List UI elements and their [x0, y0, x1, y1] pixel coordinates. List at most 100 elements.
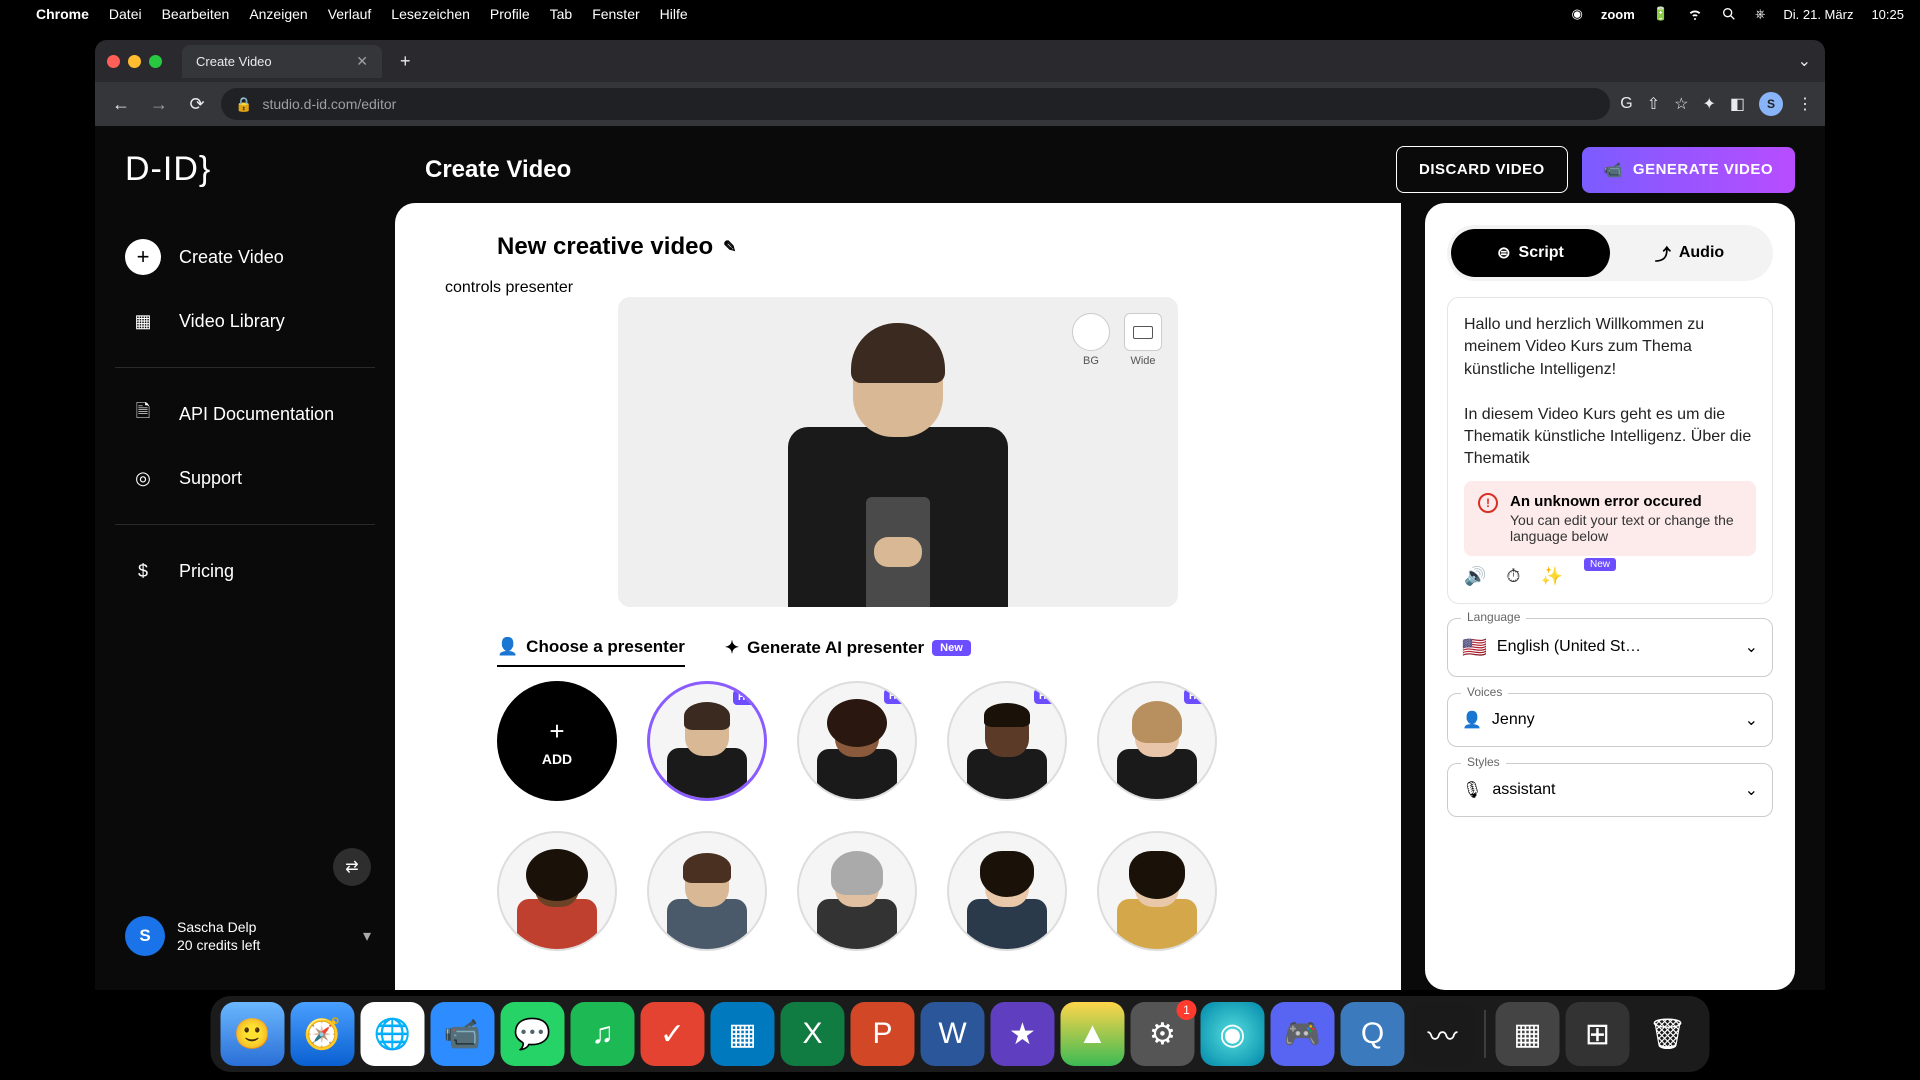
tab-audio[interactable]: ⤴ Audio: [1610, 229, 1769, 277]
sidebar-item-pricing[interactable]: $ Pricing: [95, 539, 395, 603]
generate-button[interactable]: 📹 GENERATE VIDEO: [1582, 147, 1795, 193]
status-control-icon[interactable]: ⎈: [1755, 6, 1765, 22]
mic-icon: 🎙: [1462, 780, 1482, 800]
voices-select[interactable]: 👤 Jenny ⌄: [1447, 693, 1773, 747]
dock-quicktime[interactable]: Q: [1341, 1002, 1405, 1066]
status-search-icon[interactable]: [1721, 6, 1737, 22]
presenter-item-7[interactable]: [797, 831, 917, 951]
nav-forward-icon[interactable]: →: [145, 94, 173, 115]
tabs-dropdown-icon[interactable]: ⌄: [1798, 51, 1811, 71]
tab-generate-presenter[interactable]: ✦ Generate AI presenter New: [725, 638, 971, 666]
gtranslate-icon[interactable]: G: [1620, 95, 1632, 113]
browser-tab[interactable]: Create Video ✕: [182, 45, 382, 78]
menu-lesezeichen[interactable]: Lesezeichen: [391, 6, 470, 22]
status-time[interactable]: 10:25: [1871, 7, 1904, 22]
sidebar-collapse-button[interactable]: ⇄: [333, 848, 371, 886]
presenter-item-8[interactable]: [947, 831, 1067, 951]
window-minimize-icon[interactable]: [128, 55, 141, 68]
listen-icon[interactable]: 🔊: [1464, 566, 1486, 587]
status-date[interactable]: Di. 21. März: [1783, 7, 1853, 22]
status-battery-icon[interactable]: 🔋: [1653, 6, 1669, 22]
window-maximize-icon[interactable]: [149, 55, 162, 68]
menu-anzeigen[interactable]: Anzeigen: [249, 6, 307, 22]
magic-icon[interactable]: ✨: [1540, 566, 1562, 587]
menu-verlauf[interactable]: Verlauf: [328, 6, 372, 22]
language-select[interactable]: 🇺🇸 English (United St… ⌄: [1447, 618, 1773, 677]
extensions-icon[interactable]: ✦: [1702, 94, 1715, 114]
dock-word[interactable]: W: [921, 1002, 985, 1066]
menu-datei[interactable]: Datei: [109, 6, 142, 22]
presenter-item-5[interactable]: [497, 831, 617, 951]
lifebuoy-icon: ◎: [125, 460, 161, 496]
dock-imovie[interactable]: ★: [991, 1002, 1055, 1066]
presenter-item-3[interactable]: HQ: [947, 681, 1067, 801]
profile-avatar[interactable]: S: [1759, 92, 1783, 116]
presenter-item-4[interactable]: HQ: [1097, 681, 1217, 801]
dock-trash[interactable]: 🗑: [1636, 1002, 1700, 1066]
presenter-item-9[interactable]: [1097, 831, 1217, 951]
menu-hilfe[interactable]: Hilfe: [660, 6, 688, 22]
chevron-down-icon[interactable]: ▾: [363, 926, 371, 946]
dock-excel[interactable]: X: [781, 1002, 845, 1066]
discard-button[interactable]: DISCARD VIDEO: [1396, 146, 1568, 193]
menu-bearbeiten[interactable]: Bearbeiten: [162, 6, 230, 22]
dock-finder[interactable]: 🙂: [221, 1002, 285, 1066]
tab-choose-presenter[interactable]: 👤 Choose a presenter: [497, 637, 685, 667]
menu-fenster[interactable]: Fenster: [592, 6, 639, 22]
plus-icon: +: [125, 239, 161, 275]
dock-todoist[interactable]: ✓: [641, 1002, 705, 1066]
sidebar-item-support[interactable]: ◎ Support: [95, 446, 395, 510]
dock-audio[interactable]: 〰: [1411, 1002, 1475, 1066]
document-icon: 🗎: [125, 396, 161, 432]
sidebar-item-library[interactable]: ▦ Video Library: [95, 289, 395, 353]
user-menu[interactable]: S Sascha Delp 20 credits left ▾: [95, 906, 395, 966]
dock-drive[interactable]: ▲: [1061, 1002, 1125, 1066]
sidebar-item-api[interactable]: 🗎 API Documentation: [95, 382, 395, 446]
wide-button[interactable]: Wide: [1124, 313, 1162, 367]
dock-app[interactable]: ⊞: [1566, 1002, 1630, 1066]
sidepanel-icon[interactable]: ◧: [1730, 94, 1745, 114]
chrome-menu-icon[interactable]: ⋮: [1797, 94, 1813, 114]
share-icon[interactable]: ⇧: [1647, 94, 1660, 114]
url-input[interactable]: 🔒 studio.d-id.com/editor: [221, 88, 1610, 120]
dock-trello[interactable]: ▦: [711, 1002, 775, 1066]
status-wifi-icon[interactable]: [1687, 6, 1703, 22]
dock-powerpoint[interactable]: P: [851, 1002, 915, 1066]
dock-zoom[interactable]: 📹: [431, 1002, 495, 1066]
tab-close-icon[interactable]: ✕: [356, 53, 368, 70]
dock-spotify[interactable]: ♫: [571, 1002, 635, 1066]
bookmark-icon[interactable]: ☆: [1674, 94, 1688, 114]
presenter-item-2[interactable]: HQ: [797, 681, 917, 801]
new-tab-button[interactable]: +: [392, 47, 419, 76]
status-zoom[interactable]: zoom: [1601, 7, 1635, 22]
brand-logo[interactable]: D-ID}: [95, 150, 395, 225]
menu-tab[interactable]: Tab: [550, 6, 573, 22]
presenter-item-6[interactable]: [647, 831, 767, 951]
nav-back-icon[interactable]: ←: [107, 94, 135, 115]
dock-siri[interactable]: ◉: [1201, 1002, 1265, 1066]
script-textarea[interactable]: Hallo und herzlich Willkommen zu meinem …: [1464, 314, 1756, 471]
window-close-icon[interactable]: [107, 55, 120, 68]
presenter-item-1[interactable]: HQ: [647, 681, 767, 801]
nav-reload-icon[interactable]: ⟳: [183, 94, 211, 115]
menu-profile[interactable]: Profile: [490, 6, 530, 22]
tab-script[interactable]: ⊜ Script: [1451, 229, 1610, 277]
bg-button[interactable]: BG: [1072, 313, 1110, 367]
video-title[interactable]: New creative video: [497, 233, 713, 261]
menu-app[interactable]: Chrome: [36, 6, 89, 22]
status-record-icon[interactable]: ◉: [1571, 6, 1582, 22]
sidebar-item-create[interactable]: + Create Video: [95, 225, 395, 289]
dock-chrome[interactable]: 🌐: [361, 1002, 425, 1066]
dock-safari[interactable]: 🧭: [291, 1002, 355, 1066]
edit-icon[interactable]: ✎: [723, 237, 736, 257]
chevron-down-icon: ⌄: [1745, 780, 1758, 800]
dock-calculator[interactable]: ▦: [1496, 1002, 1560, 1066]
timer-icon[interactable]: ⏱: [1506, 566, 1520, 587]
language-label: Language: [1461, 610, 1526, 624]
dock-settings[interactable]: ⚙1: [1131, 1002, 1195, 1066]
dock-discord[interactable]: 🎮: [1271, 1002, 1335, 1066]
tab-title: Create Video: [196, 54, 272, 69]
styles-select[interactable]: 🎙 assistant ⌄: [1447, 763, 1773, 817]
dock-whatsapp[interactable]: 💬: [501, 1002, 565, 1066]
add-presenter-button[interactable]: + ADD: [497, 681, 617, 801]
